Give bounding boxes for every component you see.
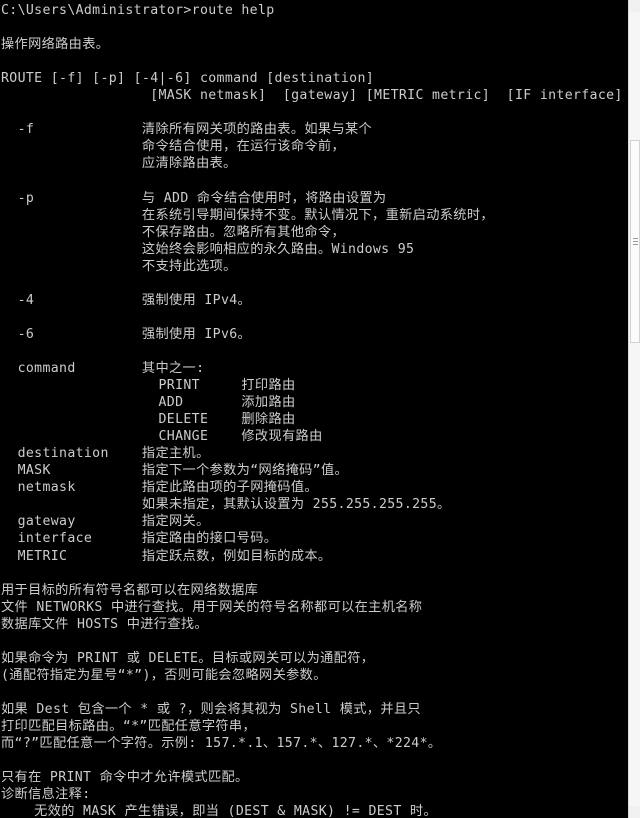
scroll-up-arrow-button[interactable]	[629, 0, 640, 12]
console-line: interface 指定路由的接口号码。	[1, 531, 278, 547]
vertical-scrollbar[interactable]	[628, 0, 640, 818]
console-line: 诊断信息注释:	[1, 787, 91, 803]
console-line: 只有在 PRINT 命令中才允许模式匹配。	[1, 770, 249, 786]
console-line: ROUTE [-f] [-p] [-4|-6] command [destina…	[1, 71, 375, 87]
console-line: 无效的 MASK 产生错误，即当 (DEST & MASK) != DEST 时…	[1, 804, 438, 818]
console-line: 应清除路由表。	[1, 156, 237, 172]
console-line: -p 与 ADD 命令结合使用时，将路由设置为	[1, 190, 387, 206]
console-line: DELETE 删除路由	[1, 412, 296, 428]
console-line: 打印匹配目标路由。“*”匹配任意字符串，	[1, 718, 257, 734]
scrollbar-track[interactable]	[629, 12, 640, 806]
console-line: 如果命令为 PRINT 或 DELETE。目标或网关可以为通配符，	[1, 650, 375, 666]
console-line: 数据库文件 HOSTS 中进行查找。	[1, 616, 208, 632]
console-line: 在系统引导期间保持不变。默认情况下，重新启动系统时，	[1, 207, 494, 223]
console-output-area[interactable]: C:\Users\Administrator>route help 操作网络路由…	[0, 0, 628, 818]
console-line: -4 强制使用 IPv4。	[1, 292, 252, 308]
console-line: 而“?”匹配任意一个字符。示例: 157.*.1、157.*、127.*、*22…	[1, 736, 442, 752]
console-line: (通配符指定为星号“*”)，否则可能会忽略网关参数。	[1, 667, 327, 683]
console-line: -f 清除所有网关项的路由表。如果与某个	[1, 122, 373, 138]
console-line: 如果 Dest 包含一个 * 或 ?，则会将其视为 Shell 模式，并且只	[1, 701, 421, 717]
console-line: ADD 添加路由	[1, 395, 296, 411]
console-line: METRIC 指定跃点数，例如目标的成本。	[1, 548, 332, 564]
console-line: gateway 指定网关。	[1, 514, 210, 530]
console-line: PRINT 打印路由	[1, 378, 296, 394]
console-line: C:\Users\Administrator>route help	[1, 3, 275, 18]
console-line: CHANGE 修改现有路由	[1, 429, 323, 445]
console-line: 不保存路由。忽略所有其他命令，	[1, 224, 345, 240]
console-line: 这始终会影响相应的永久路由。Windows 95	[1, 241, 415, 257]
console-line: 如果未指定，其默认设置为 255.255.255.255。	[1, 497, 451, 513]
scroll-down-arrow-button[interactable]	[629, 806, 640, 818]
scrollbar-thumb[interactable]	[630, 140, 640, 343]
console-line: command 其中之一:	[1, 360, 205, 376]
console-line: MASK 指定下一个参数为“网络掩码”值。	[1, 463, 349, 479]
console-line: [MASK netmask] [gateway] [METRIC metric]…	[1, 88, 623, 104]
console-line: destination 指定主机。	[1, 446, 210, 462]
console-line: 操作网络路由表。	[1, 37, 110, 53]
console-line: netmask 指定此路由项的子网掩码值。	[1, 480, 318, 496]
console-line: -6 强制使用 IPv6。	[1, 326, 252, 342]
console-line: 文件 NETWORKS 中进行查找。用于网关的符号名称都可以在主机名称	[1, 599, 423, 615]
console-line: 不支持此选项。	[1, 258, 237, 274]
console-line: 命令结合使用，在运行该命令前，	[1, 139, 345, 155]
console-line: 用于目标的所有符号名都可以在网络数据库	[1, 582, 259, 598]
scrollbar-grip-icon	[633, 237, 638, 246]
